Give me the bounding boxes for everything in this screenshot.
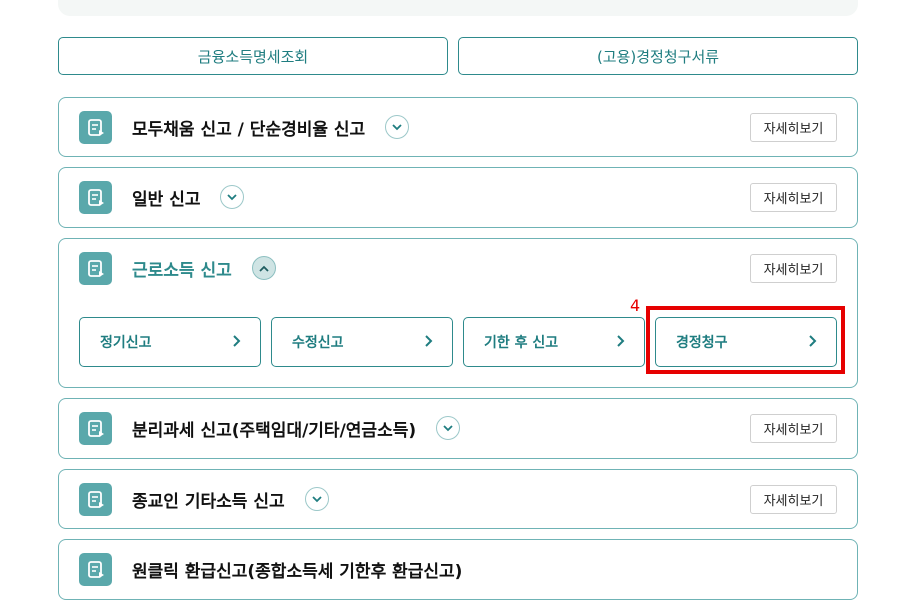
chevron-down-icon[interactable]	[385, 115, 410, 139]
late-filing-button[interactable]: 기한 후 신고	[463, 317, 645, 367]
details-button[interactable]: 자세히보기	[750, 254, 837, 283]
chevron-down-icon[interactable]	[436, 416, 461, 440]
document-icon	[79, 181, 112, 214]
card-title-text: 원클릭 환급신고(종합소득세 기한후 환급신고)	[132, 561, 463, 582]
details-button[interactable]: 자세히보기	[750, 113, 837, 142]
card-title-text: 일반 신고	[132, 189, 201, 210]
regular-filing-button[interactable]: 정기신고	[79, 317, 261, 367]
document-icon	[79, 483, 112, 516]
card-title-text: 종교인 기타소득 신고	[132, 491, 285, 512]
card-separate-taxation-filing: 분리과세 신고(주택임대/기타/연금소득) 자세히보기	[58, 398, 858, 459]
card-title-text: 분리과세 신고(주택임대/기타/연금소득)	[132, 420, 417, 441]
button-label: 정기신고	[100, 335, 152, 351]
card-title: 종교인 기타소득 신고	[132, 470, 329, 528]
details-button[interactable]: 자세히보기	[750, 485, 837, 514]
button-label: 수정신고	[292, 335, 344, 351]
chevron-down-icon[interactable]	[220, 185, 245, 209]
document-icon	[79, 252, 112, 285]
card-title: 원클릭 환급신고(종합소득세 기한후 환급신고)	[132, 540, 462, 598]
chevron-up-icon[interactable]	[251, 256, 276, 280]
highlight-box	[646, 306, 845, 374]
annotation-number: 4	[630, 296, 641, 315]
card-title: 모두채움 신고 / 단순경비율 신고	[132, 98, 410, 156]
document-icon	[79, 553, 112, 586]
amended-filing-button[interactable]: 수정신고	[271, 317, 453, 367]
details-button[interactable]: 자세히보기	[750, 183, 837, 212]
financial-income-lookup-button[interactable]: 금융소득명세조회	[58, 37, 448, 75]
details-button[interactable]: 자세히보기	[750, 414, 837, 443]
card-title: 일반 신고	[132, 168, 245, 226]
card-one-click-refund[interactable]: 원클릭 환급신고(종합소득세 기한후 환급신고)	[58, 539, 858, 600]
chevron-down-icon[interactable]	[304, 487, 329, 511]
card-clergy-income-filing: 종교인 기타소득 신고 자세히보기	[58, 469, 858, 529]
card-title-text: 모두채움 신고 / 단순경비율 신고	[132, 119, 366, 140]
document-icon	[79, 111, 112, 144]
card-general-filing: 일반 신고 자세히보기	[58, 167, 858, 228]
chevron-right-icon	[616, 334, 626, 352]
card-title: 근로소득 신고	[132, 239, 276, 297]
button-label: 기한 후 신고	[484, 335, 559, 351]
card-title: 분리과세 신고(주택임대/기타/연금소득)	[132, 399, 461, 457]
chevron-right-icon	[424, 334, 434, 352]
document-icon	[79, 412, 112, 445]
top-panel	[58, 0, 858, 16]
refund-documents-button[interactable]: (고용)경정청구서류	[458, 37, 858, 75]
card-simple-filing: 모두채움 신고 / 단순경비율 신고 자세히보기	[58, 97, 858, 157]
card-title-text: 근로소득 신고	[132, 260, 232, 281]
chevron-right-icon	[232, 334, 242, 352]
